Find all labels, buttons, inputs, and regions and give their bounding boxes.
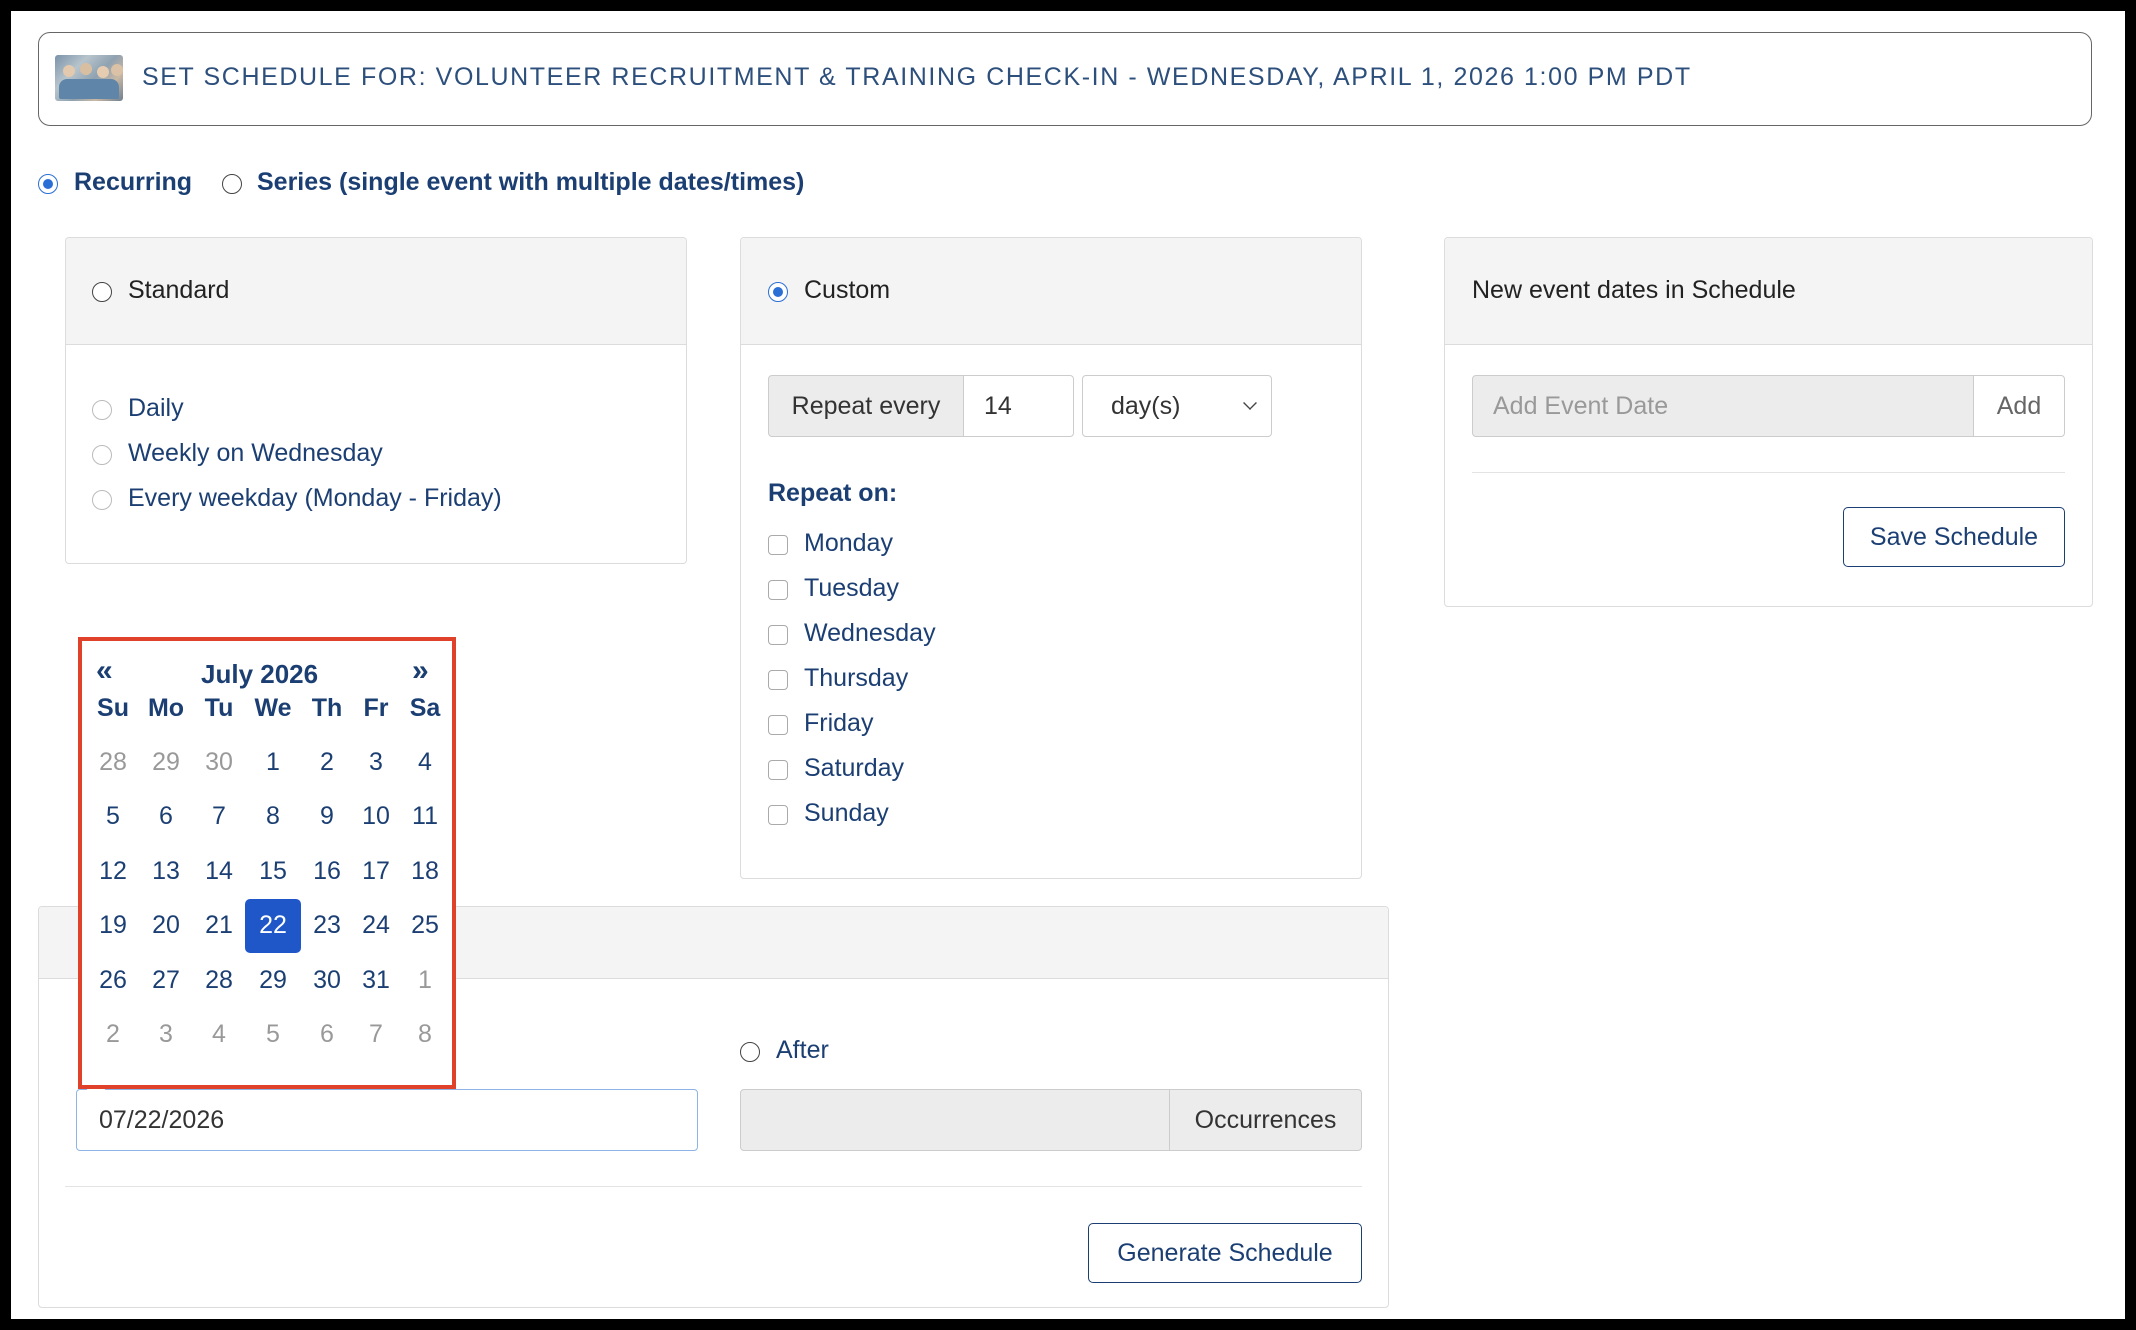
day-cell[interactable]: 2 <box>85 1008 141 1062</box>
day-cell[interactable]: 29 <box>138 735 194 789</box>
day-cell[interactable]: 6 <box>299 1008 355 1062</box>
day-cell[interactable]: 3 <box>138 1008 194 1062</box>
day-cell[interactable]: 19 <box>85 899 141 953</box>
standard-label[interactable]: Standard <box>128 276 229 305</box>
monday-checkbox[interactable] <box>768 535 788 555</box>
weekly-label[interactable]: Weekly on Wednesday <box>128 439 383 468</box>
end-divider <box>65 1186 1362 1187</box>
thursday-label[interactable]: Thursday <box>804 664 908 693</box>
weekday-header: We <box>254 693 292 722</box>
day-cell[interactable]: 17 <box>348 844 404 898</box>
add-button[interactable]: Add <box>1973 375 2065 437</box>
add-event-date-input[interactable]: Add Event Date <box>1472 375 1974 437</box>
recurring-radio[interactable] <box>38 174 58 194</box>
day-cell[interactable]: 1 <box>397 953 453 1007</box>
day-cell[interactable]: 9 <box>299 790 355 844</box>
day-cell[interactable]: 1 <box>245 735 301 789</box>
sunday-label[interactable]: Sunday <box>804 799 889 828</box>
day-cell[interactable]: 26 <box>85 953 141 1007</box>
saturday-checkbox[interactable] <box>768 760 788 780</box>
daily-radio[interactable] <box>92 400 112 420</box>
after-radio[interactable] <box>740 1042 760 1062</box>
day-cell[interactable]: 31 <box>348 953 404 1007</box>
day-cell[interactable]: 29 <box>245 953 301 1007</box>
wednesday-checkbox[interactable] <box>768 625 788 645</box>
day-cell[interactable]: 28 <box>191 953 247 1007</box>
day-cell[interactable]: 12 <box>85 844 141 898</box>
series-label[interactable]: Series (single event with multiple dates… <box>257 168 804 197</box>
series-radio[interactable] <box>222 174 242 194</box>
weekday-header: Th <box>311 693 343 722</box>
thursday-checkbox[interactable] <box>768 670 788 690</box>
monday-label[interactable]: Monday <box>804 529 893 558</box>
weekday-header: Tu <box>204 693 234 722</box>
day-cell[interactable]: 3 <box>348 735 404 789</box>
day-cell[interactable]: 21 <box>191 899 247 953</box>
chevron-down-icon <box>1243 396 1257 410</box>
generate-schedule-button[interactable]: Generate Schedule <box>1088 1223 1362 1283</box>
weekly-radio[interactable] <box>92 445 112 465</box>
day-cell[interactable]: 28 <box>85 735 141 789</box>
day-cell[interactable]: 27 <box>138 953 194 1007</box>
day-cell[interactable]: 7 <box>348 1008 404 1062</box>
weekday-header: Su <box>97 693 129 722</box>
repeat-every-addon: Repeat every <box>768 375 964 437</box>
repeat-unit-select[interactable]: day(s) <box>1082 375 1272 437</box>
weekday-radio[interactable] <box>92 490 112 510</box>
sunday-checkbox[interactable] <box>768 805 788 825</box>
repeat-on-label: Repeat on: <box>768 479 898 507</box>
day-cell[interactable]: 23 <box>299 899 355 953</box>
day-cell[interactable]: 24 <box>348 899 404 953</box>
repeat-unit-value: day(s) <box>1111 391 1181 420</box>
friday-label[interactable]: Friday <box>804 709 873 738</box>
recurring-label[interactable]: Recurring <box>74 168 192 197</box>
weekday-label[interactable]: Every weekday (Monday - Friday) <box>128 484 502 513</box>
tuesday-checkbox[interactable] <box>768 580 788 600</box>
occurrences-input[interactable] <box>740 1089 1170 1151</box>
day-cell[interactable]: 6 <box>138 790 194 844</box>
day-cell[interactable]: 5 <box>85 790 141 844</box>
datepicker-popup: « July 2026 » Su Mo Tu We Th Fr Sa 28 29 30 1 2 3 4 5 6… <box>78 637 456 1089</box>
schedule-page: SET SCHEDULE FOR: VOLUNTEER RECRUITMENT … <box>11 11 2125 1319</box>
weekday-header: Mo <box>147 693 185 722</box>
day-cell[interactable]: 15 <box>245 844 301 898</box>
day-cell[interactable]: 14 <box>191 844 247 898</box>
end-date-input[interactable]: 07/22/2026 <box>76 1089 698 1151</box>
day-cell[interactable]: 8 <box>397 1008 453 1062</box>
weekday-header: Fr <box>363 693 389 722</box>
repeat-every-input[interactable]: 14 <box>963 375 1074 437</box>
custom-label[interactable]: Custom <box>804 276 890 305</box>
day-cell[interactable]: 5 <box>245 1008 301 1062</box>
day-cell[interactable]: 2 <box>299 735 355 789</box>
weekday-header: Sa <box>409 693 441 722</box>
save-schedule-button[interactable]: Save Schedule <box>1843 507 2065 567</box>
page-title: SET SCHEDULE FOR: VOLUNTEER RECRUITMENT … <box>142 63 1692 91</box>
day-cell[interactable]: 30 <box>299 953 355 1007</box>
day-cell[interactable]: 20 <box>138 899 194 953</box>
day-cell[interactable]: 25 <box>397 899 453 953</box>
occurrences-addon: Occurrences <box>1169 1089 1362 1151</box>
day-cell[interactable]: 18 <box>397 844 453 898</box>
tuesday-label[interactable]: Tuesday <box>804 574 899 603</box>
day-cell[interactable]: 10 <box>348 790 404 844</box>
custom-radio[interactable] <box>768 282 788 302</box>
event-thumbnail <box>55 55 123 101</box>
saturday-label[interactable]: Saturday <box>804 754 904 783</box>
friday-checkbox[interactable] <box>768 715 788 735</box>
standard-radio[interactable] <box>92 282 112 302</box>
wednesday-label[interactable]: Wednesday <box>804 619 936 648</box>
new-dates-divider <box>1472 472 2065 473</box>
day-cell[interactable]: 4 <box>191 1008 247 1062</box>
day-cell[interactable]: 16 <box>299 844 355 898</box>
day-cell[interactable]: 8 <box>245 790 301 844</box>
day-cell[interactable]: 7 <box>191 790 247 844</box>
day-cell[interactable]: 30 <box>191 735 247 789</box>
selected-day-cell[interactable]: 22 <box>245 898 301 953</box>
day-cell[interactable]: 4 <box>397 735 453 789</box>
day-cell[interactable]: 11 <box>397 790 453 844</box>
new-dates-title: New event dates in Schedule <box>1472 276 1796 304</box>
after-label[interactable]: After <box>776 1036 829 1065</box>
day-cell[interactable]: 13 <box>138 844 194 898</box>
daily-label[interactable]: Daily <box>128 394 184 423</box>
